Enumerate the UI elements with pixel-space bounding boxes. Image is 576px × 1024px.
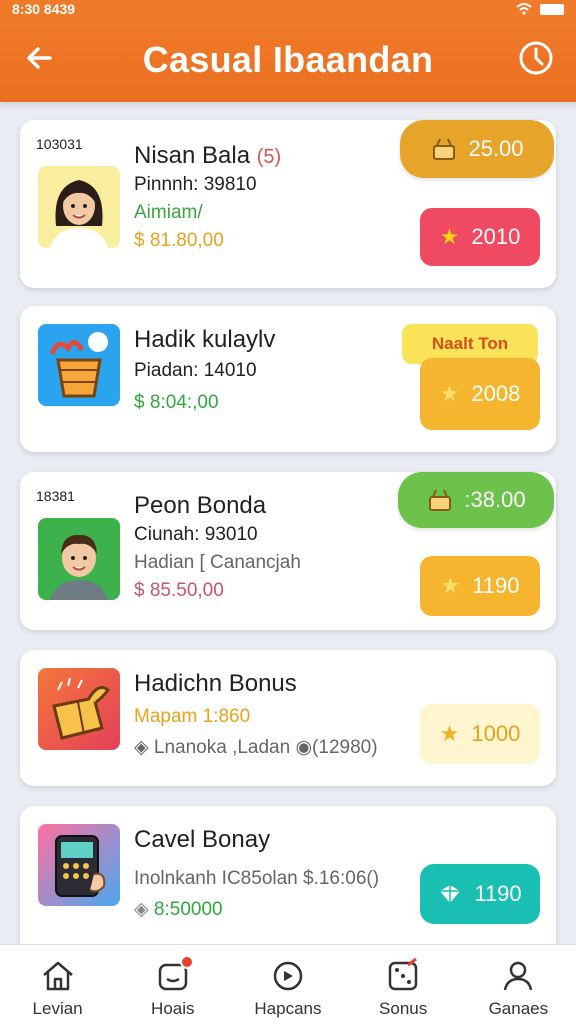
- card-line-1: Inolnkanh IC85olan $.16:06(): [134, 868, 380, 889]
- reward-pill-value: :38.00: [464, 487, 526, 512]
- nav-label: Levian: [32, 999, 83, 1018]
- search-icon: [273, 961, 303, 991]
- nav-item-hapcans[interactable]: Hapcans: [233, 945, 343, 1019]
- nav-item-hoais[interactable]: Hoais: [118, 945, 228, 1019]
- wifi-icon: [516, 3, 532, 15]
- card-amount: $ 8:04:,00: [134, 392, 219, 413]
- card-line-1: Pinnnh: 39810: [134, 174, 257, 195]
- bottom-nav: Levian Hoais Hapcans Sonus Ganaes: [0, 944, 576, 1024]
- card-name: Peon Bonda: [134, 492, 267, 519]
- claim-button[interactable]: ★ 1190: [420, 556, 540, 616]
- phone-wallet-icon: [38, 824, 120, 906]
- profile-icon: [504, 961, 533, 991]
- claim-button-label: 1190: [474, 881, 522, 906]
- card-line-1: Piadan: 14010: [134, 360, 257, 381]
- ribbon-label: Naalt Ton: [431, 334, 509, 353]
- card-name: Hadichn Bonus: [134, 670, 297, 697]
- reward-pill[interactable]: :38.00: [398, 472, 554, 528]
- basket-icon: [429, 489, 452, 511]
- card-line-2: Hadian [ Canancjah: [134, 552, 301, 573]
- bonus-card-2[interactable]: Hadik kulaylv Piadan: 14010 $ 8:04:,00 N…: [20, 306, 556, 452]
- back-arrow-icon[interactable]: [20, 38, 60, 78]
- star-icon: ★: [439, 721, 460, 746]
- bonus-card-4[interactable]: Hadichn Bonus Mapam 1:860 ◈ Lnanoka ,Lad…: [20, 650, 556, 786]
- treasure-box-icon: [38, 668, 120, 750]
- avatar: [38, 518, 120, 600]
- card-tag: 18381: [36, 488, 75, 504]
- card-tag: 103031: [36, 136, 83, 152]
- claim-button-label: 1000: [471, 721, 521, 746]
- card-name: Hadik kulaylv: [134, 326, 276, 353]
- card-line-2: Aimiam/: [134, 202, 203, 223]
- star-icon: ★: [440, 573, 461, 598]
- bonus-card-3[interactable]: 18381 Peon Bonda Ciunah: 93010 Hadian [ …: [20, 472, 556, 630]
- home-icon: [42, 961, 73, 991]
- card-amount: $ 81.80,00: [134, 230, 224, 251]
- star-icon: ★: [439, 381, 460, 406]
- card-line-2: ◈ 8:50000: [134, 899, 223, 920]
- claim-button[interactable]: ★ 2010: [420, 208, 540, 266]
- reward-pill-value: 25.00: [468, 136, 524, 161]
- claim-button-label: 1190: [472, 573, 520, 598]
- nav-item-levian[interactable]: Levian: [3, 945, 113, 1019]
- reward-pill[interactable]: 25.00: [400, 120, 554, 178]
- app-header: Casual Ibaandan: [0, 18, 576, 102]
- card-name: Nisan Bala (5): [134, 142, 282, 169]
- battery-icon: [540, 3, 564, 15]
- status-time: 8:30 8439: [12, 1, 76, 17]
- card-line-1: Ciunah: 93010: [134, 524, 258, 545]
- status-icons: [516, 3, 564, 15]
- page-title: Casual Ibaandan: [142, 39, 434, 80]
- claim-button[interactable]: ★ 1000: [420, 704, 540, 764]
- claim-button-label: 2010: [471, 224, 521, 249]
- timer-icon[interactable]: [518, 40, 554, 76]
- gem-icon: [440, 885, 461, 903]
- avatar: [38, 166, 120, 248]
- nav-label: Ganaes: [488, 999, 549, 1018]
- food-basket-icon: [38, 324, 120, 406]
- bonus-card-5[interactable]: Cavel Bonay Inolnkanh IC85olan $.16:06()…: [20, 806, 556, 944]
- card-count: (5): [256, 146, 282, 168]
- basket-icon: [433, 138, 456, 160]
- nav-item-sonus[interactable]: Sonus: [348, 945, 458, 1019]
- notification-badge: [179, 955, 194, 969]
- card-amount: $ 85.50,00: [134, 580, 224, 601]
- nav-label: Hapcans: [254, 999, 322, 1018]
- nav-item-ganaes[interactable]: Ganaes: [463, 945, 573, 1019]
- dice-icon: [388, 957, 418, 991]
- status-bar: 8:30 8439: [0, 0, 576, 18]
- claim-button[interactable]: ★ 2008: [420, 358, 540, 430]
- card-line-1: Mapam 1:860: [134, 706, 251, 727]
- nav-label: Hoais: [151, 999, 195, 1018]
- star-icon: ★: [439, 224, 460, 249]
- claim-button-label: 2008: [471, 381, 521, 406]
- nav-label: Sonus: [379, 999, 428, 1018]
- card-line-2: ◈ Lnanoka ,Ladan ◉(12980): [134, 737, 378, 758]
- card-name: Cavel Bonay: [134, 826, 271, 853]
- claim-button[interactable]: 1190: [420, 864, 540, 924]
- bonus-card-1[interactable]: 103031 Nisan Bala (5) Pinnnh: 39810 Aimi…: [20, 120, 556, 288]
